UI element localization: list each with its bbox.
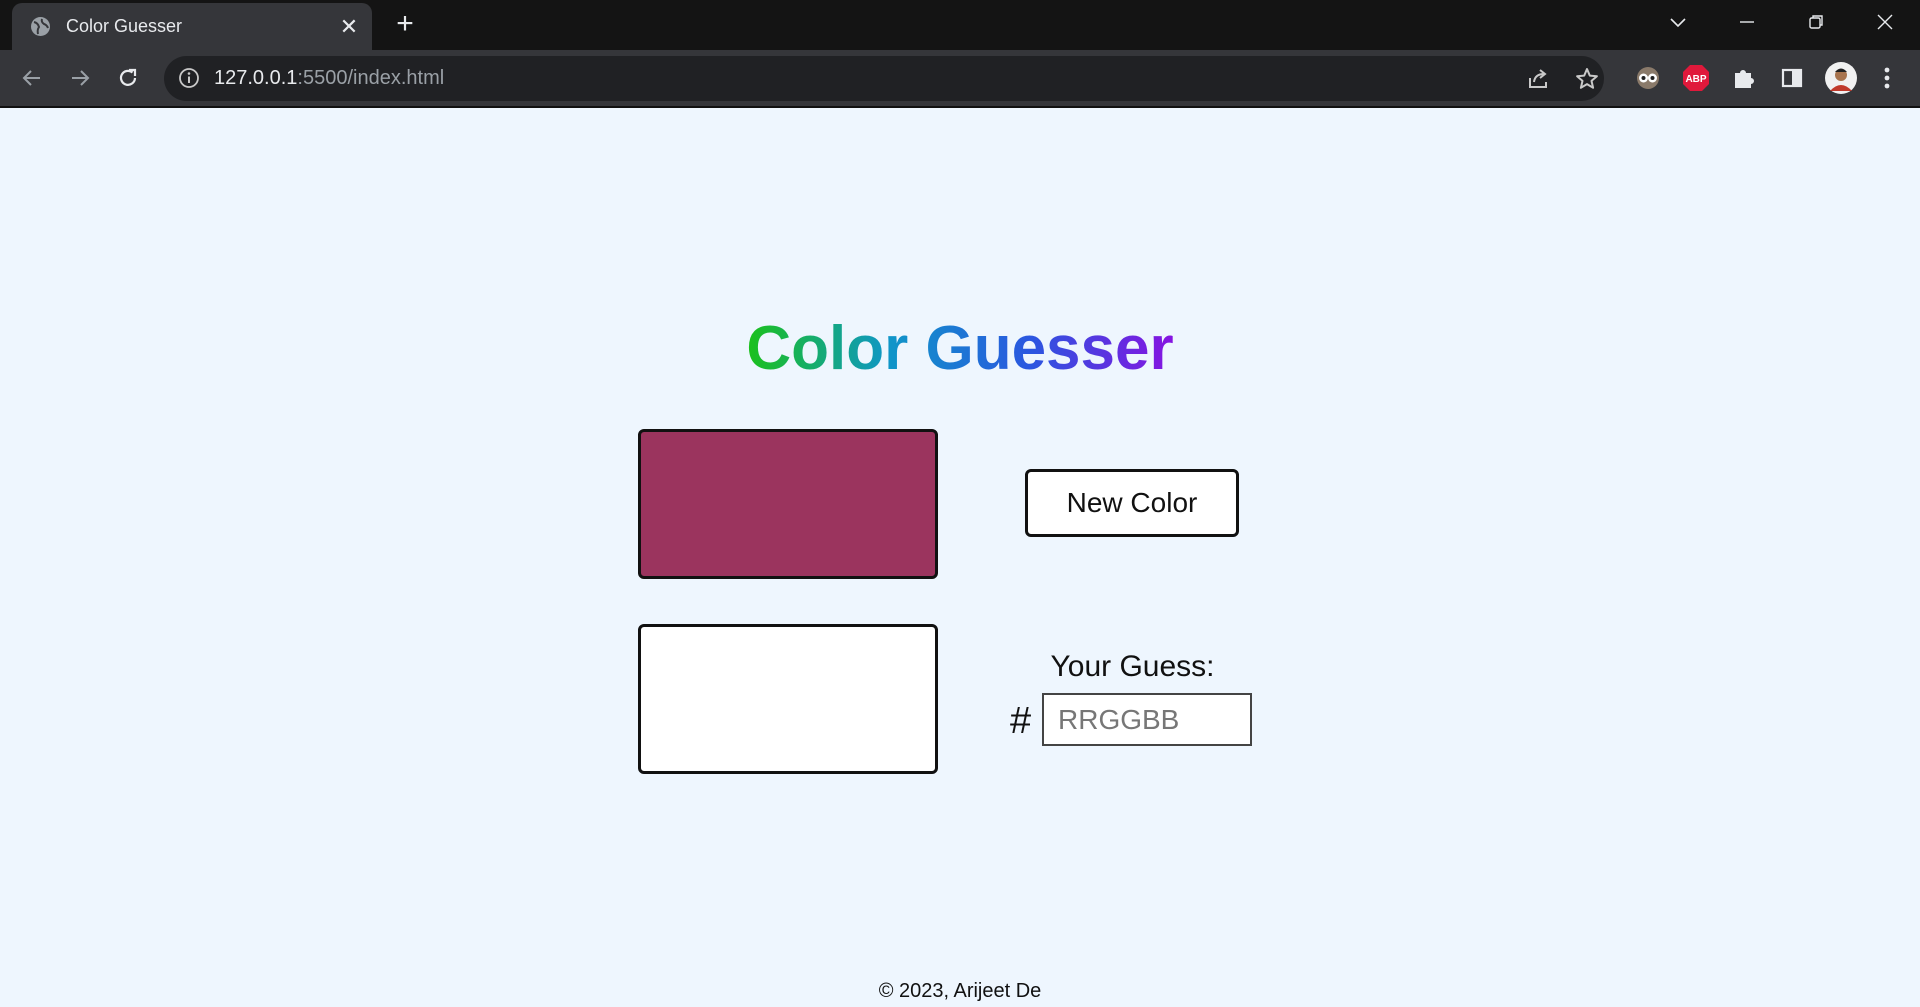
star-icon[interactable] — [1574, 66, 1600, 92]
page-title-text: Color Guesser — [746, 314, 1174, 383]
info-icon[interactable] — [178, 67, 200, 89]
avatar[interactable] — [1824, 61, 1858, 95]
close-window-icon[interactable] — [1851, 0, 1920, 44]
address-bar[interactable]: 127.0.0.1:5500/index.html — [164, 56, 1604, 101]
url-text: 127.0.0.1:5500/index.html — [214, 67, 444, 90]
globe-icon — [30, 16, 51, 37]
arrow-right-icon[interactable] — [62, 60, 98, 96]
reload-icon[interactable] — [110, 60, 146, 96]
restore-icon[interactable] — [1782, 0, 1851, 44]
new-color-button[interactable]: New Color — [1025, 469, 1239, 537]
arrow-left-icon[interactable] — [14, 60, 50, 96]
guess-input[interactable] — [1042, 693, 1252, 746]
url-host: 127.0.0.1 — [214, 67, 298, 89]
minimize-icon[interactable] — [1713, 0, 1782, 44]
puzzle-icon[interactable] — [1729, 63, 1759, 93]
hash-symbol: # — [1010, 700, 1032, 742]
page-content: Color Guesser New Color Your Guess: # © … — [0, 108, 1920, 1007]
target-color-swatch — [638, 429, 938, 579]
guess-label: Your Guess: — [1050, 650, 1215, 683]
footer-copyright: © 2023, Arijeet De — [878, 980, 1042, 1002]
guess-color-swatch — [638, 624, 938, 774]
tab-strip: Color Guesser ✕ + — [0, 0, 1920, 50]
tab-search-chevron-icon[interactable] — [1644, 0, 1713, 44]
plus-icon[interactable]: + — [387, 9, 423, 41]
browser-toolbar: 127.0.0.1:5500/index.html ABP — [0, 50, 1920, 106]
adblock-label: ABP — [1685, 74, 1706, 85]
tab-active[interactable]: Color Guesser ✕ — [12, 3, 372, 50]
side-panel-icon[interactable] — [1777, 63, 1807, 93]
close-icon[interactable]: ✕ — [338, 16, 360, 38]
share-icon[interactable] — [1526, 66, 1552, 92]
extension-owl-icon[interactable] — [1633, 63, 1663, 93]
kebab-menu-icon[interactable] — [1872, 63, 1902, 93]
page-title: Color Guesser — [0, 314, 1920, 384]
tab-title: Color Guesser — [66, 16, 183, 36]
url-path: :5500/index.html — [297, 67, 445, 89]
adblock-icon[interactable]: ABP — [1681, 63, 1711, 93]
